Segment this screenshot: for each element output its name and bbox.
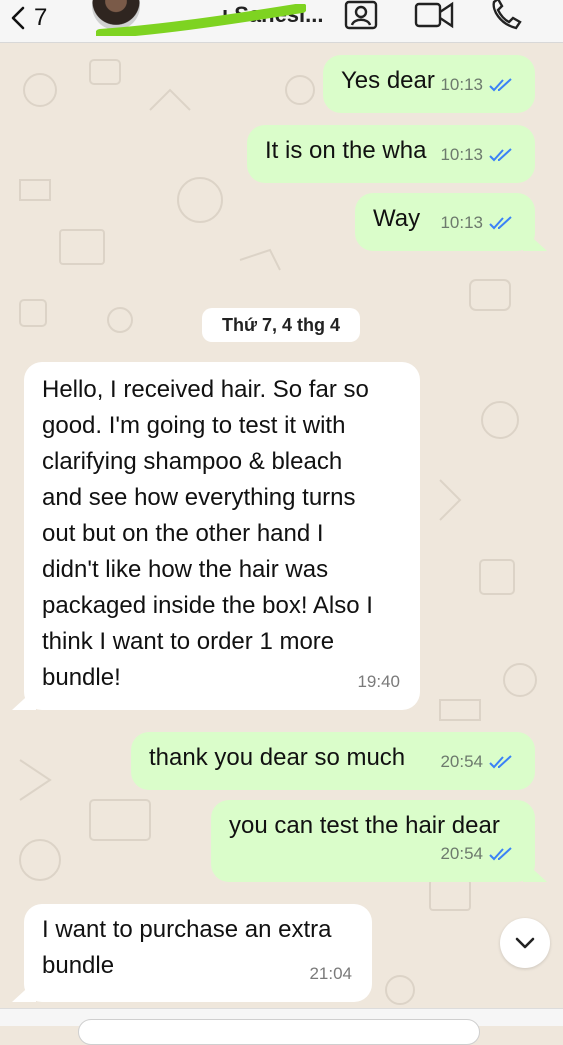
message-time: 10:13: [440, 75, 483, 94]
message-meta: 10:13: [440, 205, 513, 241]
message-meta: 21:04: [309, 956, 352, 992]
avatar[interactable]: [92, 0, 140, 30]
read-receipt-icon: [489, 148, 512, 162]
read-receipt-icon: [489, 847, 512, 861]
read-receipt-icon: [489, 216, 512, 230]
contact-card-icon: [344, 0, 378, 30]
message-bubble-incoming[interactable]: Hello, I received hair. So far so good. …: [24, 362, 420, 710]
read-receipt-icon: [489, 78, 512, 92]
message-bubble-outgoing[interactable]: Way 10:13: [355, 193, 535, 251]
message-time: 20:54: [440, 844, 483, 863]
message-time: 21:04: [309, 964, 352, 983]
video-call-icon: [414, 1, 454, 29]
message-meta: 20:54: [440, 744, 513, 780]
read-receipt-icon: [489, 755, 512, 769]
compose-bar: [0, 1008, 563, 1045]
phone-icon: [492, 0, 522, 30]
message-input[interactable]: [78, 1019, 480, 1045]
message-bubble-outgoing[interactable]: you can test the hair dear 20:54: [211, 800, 535, 882]
scroll-to-bottom-button[interactable]: [500, 918, 550, 968]
unread-count: 7: [34, 4, 48, 31]
voice-call-button[interactable]: [488, 0, 522, 30]
message-text: Hello, I received hair. So far so good. …: [42, 376, 373, 691]
contact-name[interactable]: …ı Sanesi...: [200, 2, 324, 28]
message-time: 10:13: [440, 213, 483, 232]
message-bubble-outgoing[interactable]: It is on the wha 10:13: [247, 125, 535, 183]
chevron-down-icon: [515, 937, 535, 949]
message-meta: 20:54: [440, 836, 513, 872]
date-separator: Thứ 7, 4 thg 4: [202, 308, 360, 342]
message-time: 10:13: [440, 145, 483, 164]
message-bubble-incoming[interactable]: I want to purchase an extra bundle 21:04: [24, 904, 372, 1002]
message-meta: 10:13: [440, 137, 513, 173]
message-time: 19:40: [357, 672, 400, 691]
chevron-left-icon: [11, 6, 25, 30]
message-bubble-outgoing[interactable]: Yes dear 10:13: [323, 55, 535, 113]
message-time: 20:54: [440, 752, 483, 771]
chat-header: 7 …ı Sanesi...: [0, 0, 563, 43]
back-button[interactable]: 7: [10, 0, 47, 36]
message-meta: 19:40: [357, 664, 400, 700]
message-bubble-outgoing[interactable]: thank you dear so much 20:54: [131, 732, 535, 790]
video-call-button[interactable]: [414, 0, 454, 30]
contact-info-button[interactable]: [344, 0, 378, 30]
message-meta: 10:13: [440, 67, 513, 103]
